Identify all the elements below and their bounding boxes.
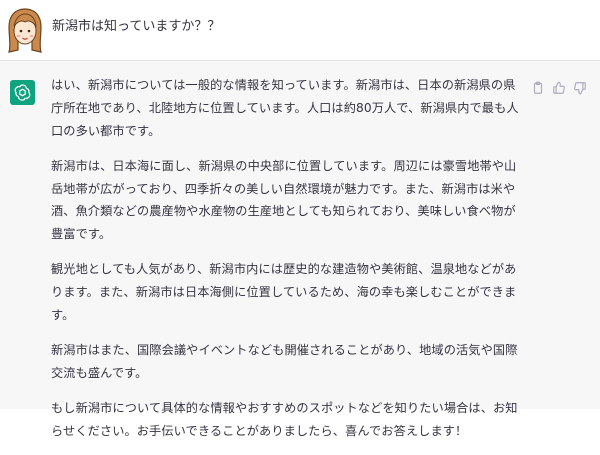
answer-paragraph: 観光地としても人気があり、新潟市内には歴史的な建造物や美術館、温泉地などがありま… (51, 262, 517, 322)
user-avatar-icon (6, 6, 44, 54)
answer-paragraph: 新潟市はまた、国際会議やイベントなども開催されることがあり、地域の活気や国際交流… (51, 343, 518, 380)
openai-logo-icon (10, 80, 35, 105)
assistant-message-row: はい、新潟市については一般的な情報を知っています。新潟市は、日本の新潟県の県庁所… (0, 61, 600, 438)
assistant-answer: はい、新潟市については一般的な情報を知っています。新潟市は、日本の新潟県の県庁所… (51, 74, 521, 455)
user-message-row: 新潟市は知っていますか？？ (0, 0, 600, 61)
thumbs-down-icon[interactable] (573, 81, 587, 95)
answer-paragraph: もし新潟市について具体的な情報やおすすめのスポットなどを知りたい場合は、お知らせ… (51, 401, 518, 438)
answer-paragraph: はい、新潟市については一般的な情報を知っています。新潟市は、日本の新潟県の県庁所… (51, 78, 519, 138)
message-actions (531, 81, 591, 97)
answer-paragraph: 新潟市は、日本海に面し、新潟県の中央部に位置しています。周辺には豪雪地帯や山岳地… (51, 158, 517, 242)
user-message-text: 新潟市は知っていますか？？ (52, 19, 221, 34)
copy-icon[interactable] (531, 81, 545, 95)
thumbs-up-icon[interactable] (552, 81, 566, 95)
